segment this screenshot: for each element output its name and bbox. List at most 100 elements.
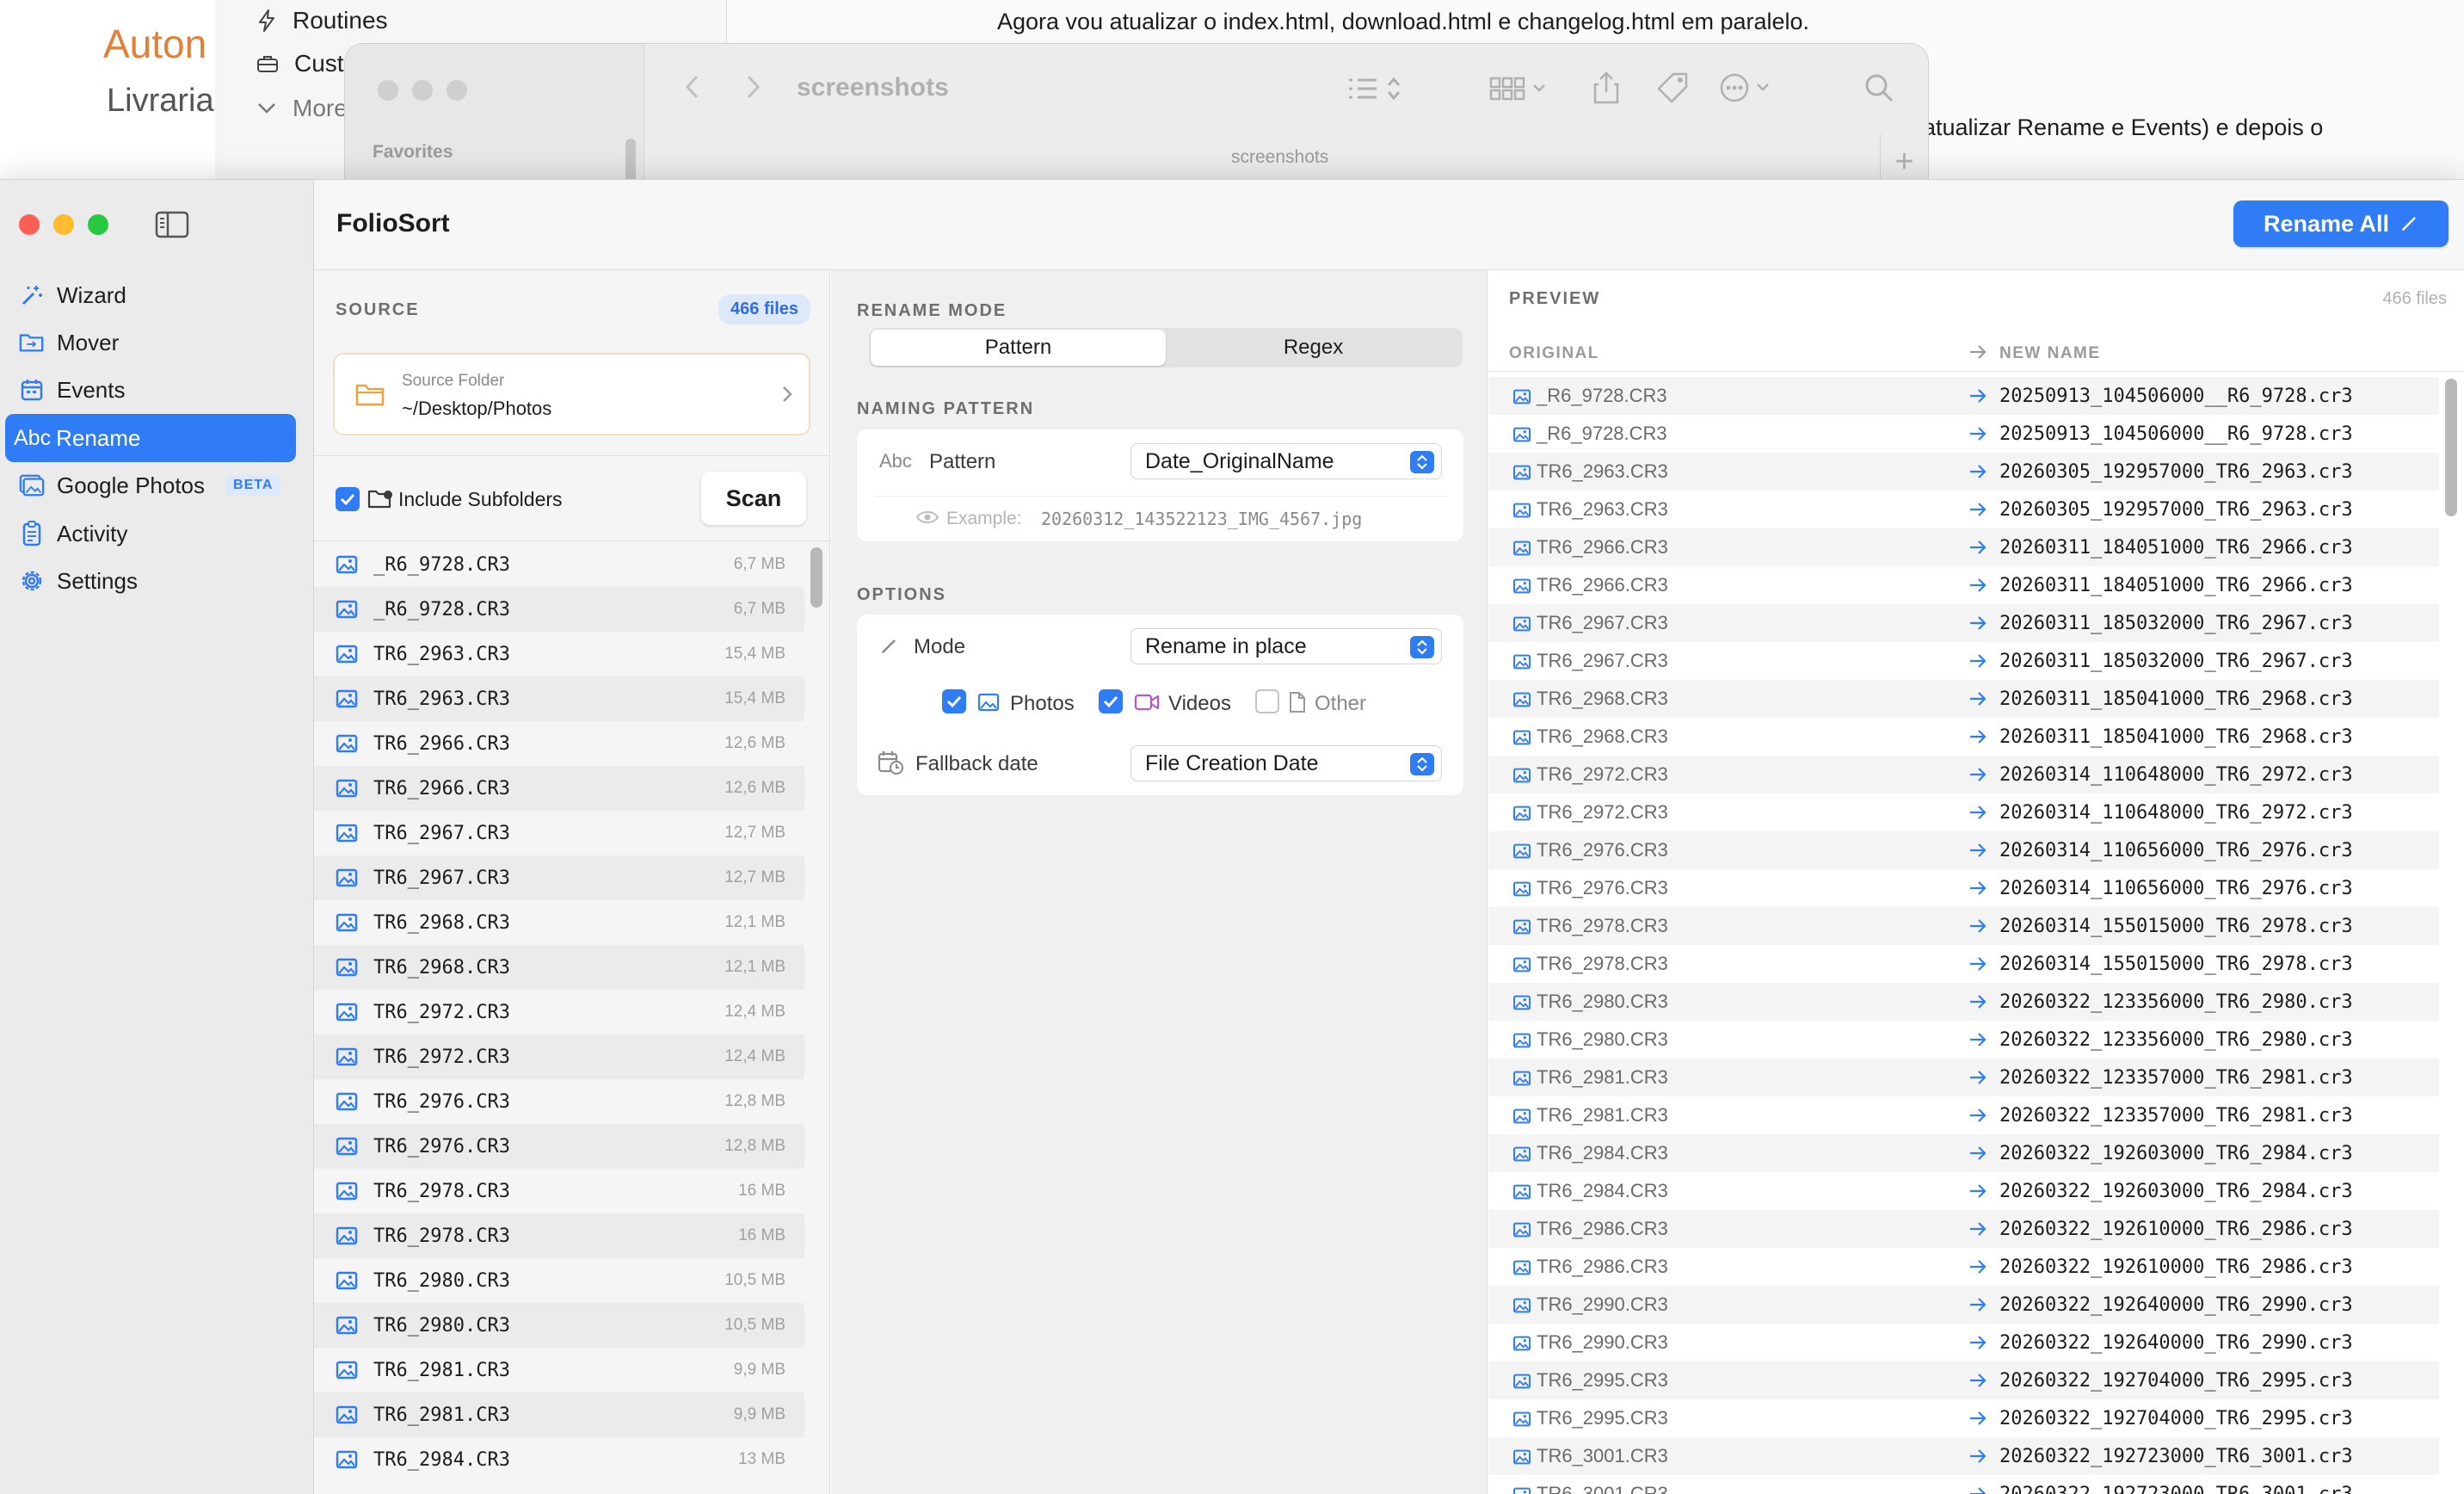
segment-pattern[interactable]: Pattern — [871, 330, 1166, 366]
finder-title: screenshots — [797, 73, 949, 102]
file-row[interactable]: TR6_2981.CR3 9,9 MB — [314, 1348, 804, 1392]
file-row[interactable]: TR6_2963.CR3 15,4 MB — [314, 632, 804, 676]
preview-row[interactable]: TR6_2966.CR3 20260311_184051000_TR6_2966.… — [1488, 528, 2439, 566]
file-row[interactable]: TR6_2966.CR3 12,6 MB — [314, 766, 804, 811]
fallback-date-select[interactable]: File Creation Date — [1130, 745, 1442, 781]
window-minimize-button[interactable] — [53, 214, 74, 235]
preview-row[interactable]: TR6_2980.CR3 20260322_123356000_TR6_2980.… — [1488, 1021, 2439, 1059]
background-menu-item-routines[interactable]: Routines — [256, 7, 388, 34]
mode-select[interactable]: Rename in place — [1130, 628, 1442, 664]
preview-row[interactable]: TR6_2976.CR3 20260314_110656000_TR6_2976.… — [1488, 831, 2439, 869]
sidebar-item-rename[interactable]: Abc Rename — [5, 414, 296, 462]
file-row[interactable]: TR6_2984.CR3 13 MB — [314, 1437, 804, 1482]
sidebar-item-events[interactable]: Events — [5, 366, 296, 414]
preview-row[interactable]: TR6_2963.CR3 20260305_192957000_TR6_2963.… — [1488, 453, 2439, 491]
file-row[interactable]: TR6_2968.CR3 12,1 MB — [314, 945, 804, 990]
preview-row[interactable]: TR6_2972.CR3 20260314_110648000_TR6_2972.… — [1488, 756, 2439, 793]
file-row[interactable]: TR6_2967.CR3 12,7 MB — [314, 855, 804, 900]
sidebar-item-settings[interactable]: Settings — [5, 557, 296, 605]
file-row[interactable]: _R6_9728.CR3 6,7 MB — [314, 542, 804, 587]
preview-row[interactable]: TR6_2984.CR3 20260322_192603000_TR6_2984.… — [1488, 1172, 2439, 1210]
original-name: TR6_2984.CR3 — [1537, 1180, 1668, 1201]
background-menu-item-more[interactable]: More — [256, 95, 348, 122]
share-icon[interactable] — [1592, 71, 1620, 104]
preview-scrollbar[interactable] — [2445, 379, 2457, 516]
column-new-name[interactable]: NEW NAME — [1999, 344, 2101, 363]
column-original[interactable]: ORIGINAL — [1509, 344, 1599, 363]
preview-row[interactable]: TR6_2976.CR3 20260314_110656000_TR6_2976.… — [1488, 869, 2439, 907]
preview-row[interactable]: TR6_2990.CR3 20260322_192640000_TR6_2990.… — [1488, 1286, 2439, 1324]
preview-row[interactable]: TR6_2967.CR3 20260311_185032000_TR6_2967.… — [1488, 604, 2439, 642]
preview-row[interactable]: TR6_2986.CR3 20260322_192610000_TR6_2986.… — [1488, 1248, 2439, 1286]
preview-row[interactable]: TR6_2978.CR3 20260314_155015000_TR6_2978.… — [1488, 907, 2439, 945]
preview-row[interactable]: TR6_2980.CR3 20260322_123356000_TR6_2980.… — [1488, 983, 2439, 1021]
preview-row[interactable]: TR6_2986.CR3 20260322_192610000_TR6_2986.… — [1488, 1210, 2439, 1248]
forward-icon[interactable] — [742, 70, 763, 104]
preview-row[interactable]: TR6_2995.CR3 20260322_192704000_TR6_2995.… — [1488, 1399, 2439, 1437]
preview-row[interactable]: TR6_2981.CR3 20260322_123357000_TR6_2981.… — [1488, 1059, 2439, 1096]
window-close-button[interactable] — [19, 214, 40, 235]
sidebar-item-mover[interactable]: Mover — [5, 318, 296, 367]
search-icon[interactable] — [1864, 73, 1894, 102]
finder-close-button[interactable] — [378, 80, 398, 101]
original-name: _R6_9728.CR3 — [1537, 385, 1667, 406]
scan-button[interactable]: Scan — [701, 472, 806, 525]
file-row[interactable]: TR6_2980.CR3 10,5 MB — [314, 1303, 804, 1348]
fallback-date-value: File Creation Date — [1145, 750, 1319, 775]
group-icon[interactable] — [1489, 75, 1551, 102]
window-zoom-button[interactable] — [88, 214, 108, 235]
file-row[interactable]: TR6_2978.CR3 16 MB — [314, 1213, 804, 1258]
segment-regex[interactable]: Regex — [1166, 330, 1461, 366]
preview-list[interactable]: _R6_9728.CR3 20250913_104506000__R6_9728.… — [1488, 377, 2439, 1494]
preview-row[interactable]: TR6_2963.CR3 20260305_192957000_TR6_2963.… — [1488, 491, 2439, 528]
file-row[interactable]: TR6_2976.CR3 12,8 MB — [314, 1079, 804, 1124]
file-row[interactable]: TR6_2972.CR3 12,4 MB — [314, 990, 804, 1034]
more-icon[interactable] — [1720, 73, 1775, 102]
source-file-list[interactable]: _R6_9728.CR3 6,7 MB _R6_9728.CR3 6,7 MB TR6_… — [314, 542, 804, 1482]
preview-row[interactable]: TR6_2990.CR3 20260322_192640000_TR6_2990.… — [1488, 1324, 2439, 1361]
sidebar-item-activity[interactable]: Activity — [5, 509, 296, 558]
back-icon[interactable] — [682, 70, 703, 104]
preview-row[interactable]: TR6_2966.CR3 20260311_184051000_TR6_2966.… — [1488, 566, 2439, 604]
file-row[interactable]: TR6_2981.CR3 9,9 MB — [314, 1392, 804, 1437]
include-subfolders-checkbox[interactable] — [336, 487, 360, 511]
pattern-select[interactable]: Date_OriginalName — [1130, 443, 1442, 479]
file-row[interactable]: TR6_2972.CR3 12,4 MB — [314, 1034, 804, 1079]
preview-row[interactable]: TR6_2972.CR3 20260314_110648000_TR6_2972.… — [1488, 793, 2439, 831]
preview-row[interactable]: TR6_2967.CR3 20260311_185032000_TR6_2967.… — [1488, 642, 2439, 680]
file-row[interactable]: TR6_2967.CR3 12,7 MB — [314, 811, 804, 855]
list-view-icon[interactable] — [1347, 75, 1402, 102]
sidebar-item-google-photos[interactable]: Google Photos BETA — [5, 461, 296, 509]
other-checkbox[interactable] — [1255, 689, 1279, 713]
preview-row[interactable]: _R6_9728.CR3 20250913_104506000__R6_9728.… — [1488, 415, 2439, 453]
preview-row[interactable]: _R6_9728.CR3 20250913_104506000__R6_9728.… — [1488, 377, 2439, 415]
videos-checkbox[interactable] — [1099, 689, 1123, 713]
clipboard-icon — [19, 521, 45, 546]
finder-minimize-button[interactable] — [412, 80, 433, 101]
source-scrollbar[interactable] — [810, 547, 822, 608]
preview-row[interactable]: TR6_3001.CR3 20260322_192723000_TR6_3001.… — [1488, 1437, 2439, 1475]
rename-all-button[interactable]: Rename All — [2233, 201, 2449, 247]
preview-row[interactable]: TR6_2981.CR3 20260322_123357000_TR6_2981.… — [1488, 1096, 2439, 1134]
source-folder-picker[interactable]: Source Folder ~/Desktop/Photos — [333, 353, 810, 435]
file-row[interactable]: TR6_2966.CR3 12,6 MB — [314, 721, 804, 766]
preview-row[interactable]: TR6_2978.CR3 20260314_155015000_TR6_2978.… — [1488, 945, 2439, 983]
sidebar-item-wizard[interactable]: Wizard — [5, 271, 296, 319]
file-row[interactable]: _R6_9728.CR3 6,7 MB — [314, 587, 804, 632]
file-row[interactable]: TR6_2980.CR3 10,5 MB — [314, 1258, 804, 1303]
file-row[interactable]: TR6_2978.CR3 16 MB — [314, 1169, 804, 1213]
file-row[interactable]: TR6_2976.CR3 12,8 MB — [314, 1124, 804, 1169]
photos-checkbox[interactable] — [942, 689, 966, 713]
tag-icon[interactable] — [1656, 71, 1689, 104]
preview-panel: PREVIEW 466 files ORIGINAL NEW NAME _R6_… — [1488, 270, 2464, 1494]
preview-row[interactable]: TR6_2995.CR3 20260322_192704000_TR6_2995.… — [1488, 1361, 2439, 1399]
file-row[interactable]: TR6_2963.CR3 15,4 MB — [314, 676, 804, 721]
sidebar-toggle-icon[interactable] — [155, 211, 189, 238]
preview-row[interactable]: TR6_2968.CR3 20260311_185041000_TR6_2968.… — [1488, 680, 2439, 718]
finder-zoom-button[interactable] — [447, 80, 467, 101]
background-menu-item-custom[interactable]: Cust — [256, 50, 344, 77]
preview-row[interactable]: TR6_2984.CR3 20260322_192603000_TR6_2984.… — [1488, 1134, 2439, 1172]
preview-row[interactable]: TR6_3001.CR3 20260322_192723000_TR6_3001.… — [1488, 1475, 2439, 1494]
preview-row[interactable]: TR6_2968.CR3 20260311_185041000_TR6_2968.… — [1488, 718, 2439, 756]
file-row[interactable]: TR6_2968.CR3 12,1 MB — [314, 900, 804, 945]
